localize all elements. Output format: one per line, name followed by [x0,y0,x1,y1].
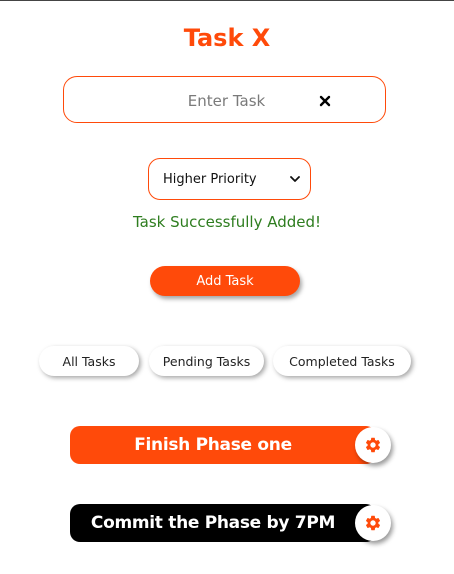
clear-input-icon[interactable] [319,95,331,107]
task-title: Finish Phase one [134,435,292,455]
task-card[interactable]: Commit the Phase by 7PM [70,504,376,542]
task-card[interactable]: Finish Phase one [70,426,376,464]
app-title: Task X [183,24,271,52]
add-task-button[interactable]: Add Task [150,266,300,296]
filter-all-tasks-button[interactable]: All Tasks [39,346,139,376]
priority-select[interactable]: Higher Priority [148,158,311,200]
filter-pending-tasks-button[interactable]: Pending Tasks [149,346,264,376]
gear-icon [365,437,381,453]
chevron-down-icon [290,175,300,182]
top-divider [0,0,454,1]
task-input[interactable] [64,77,389,124]
priority-selected-value: Higher Priority [163,171,257,187]
task-settings-button[interactable] [355,427,391,463]
status-message: Task Successfully Added! [132,213,322,231]
task-settings-button[interactable] [355,505,391,541]
task-title: Commit the Phase by 7PM [90,513,336,533]
gear-icon [365,515,381,531]
filter-completed-tasks-button[interactable]: Completed Tasks [273,346,411,376]
task-input-container [63,76,389,124]
